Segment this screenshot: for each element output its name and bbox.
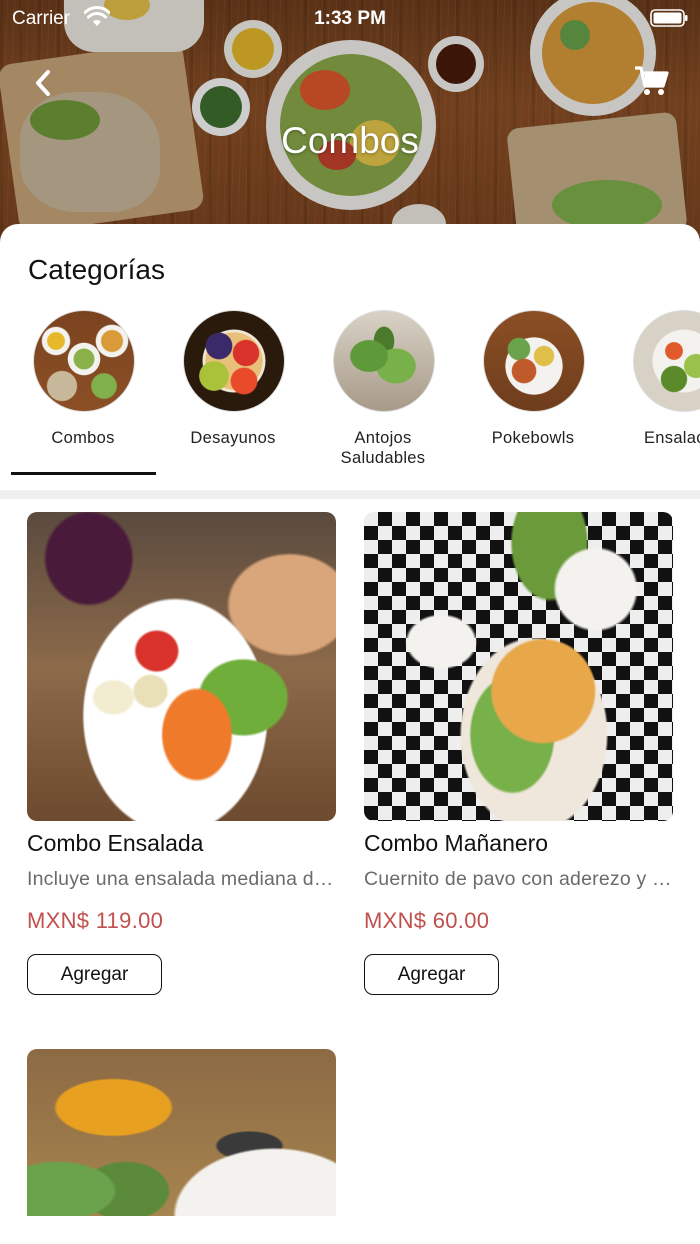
add-to-cart-button[interactable]: Agregar xyxy=(27,954,162,995)
product-image xyxy=(27,512,336,821)
categories-title: Categorías xyxy=(28,254,165,285)
status-time: 1:33 PM xyxy=(314,8,386,29)
cart-button[interactable] xyxy=(634,64,670,98)
category-label: Desayunos xyxy=(190,429,276,447)
category-label: Antojos Saludables xyxy=(340,429,426,467)
category-image xyxy=(183,310,285,412)
battery-icon xyxy=(650,9,688,27)
product-card[interactable]: Combo Mañanero Cuernito de pavo con ader… xyxy=(364,512,673,997)
category-pokebowls[interactable]: Pokebowls xyxy=(458,310,608,480)
product-description: Incluye una ensalada mediana de la casa … xyxy=(27,868,336,890)
content-sheet: Categorías Combos Desayunos Antojos Salu… xyxy=(0,224,700,1244)
categories-carousel[interactable]: Combos Desayunos Antojos Saludables Poke… xyxy=(0,310,700,480)
add-to-cart-button[interactable]: Agregar xyxy=(364,954,499,995)
product-card[interactable]: Combo Ensalada Incluye una ensalada medi… xyxy=(27,512,336,997)
shopping-cart-icon xyxy=(635,66,669,95)
product-image xyxy=(364,512,673,821)
product-price: MXN$ 119.00 xyxy=(27,908,164,933)
product-price: MXN$ 60.00 xyxy=(364,908,490,933)
category-label: Pokebowls xyxy=(491,429,575,447)
category-desayunos[interactable]: Desayunos xyxy=(158,310,308,480)
category-image xyxy=(33,310,135,412)
category-label: Ensalac xyxy=(644,429,700,447)
header-hero-image: Carrier 1:33 PM Combos xyxy=(0,0,700,260)
category-image xyxy=(633,310,700,412)
chevron-left-icon xyxy=(36,70,50,96)
selected-category-indicator xyxy=(11,472,156,475)
category-ensaladas[interactable]: Ensalac xyxy=(608,310,700,480)
category-antojos-saludables[interactable]: Antojos Saludables xyxy=(308,310,458,480)
back-button[interactable] xyxy=(28,66,62,100)
category-image xyxy=(333,310,435,412)
category-image xyxy=(483,310,585,412)
product-name: Combo Mañanero xyxy=(364,830,549,856)
status-bar: Carrier 1:33 PM xyxy=(0,0,700,40)
product-name: Combo Ensalada xyxy=(27,830,204,856)
product-description: Cuernito de pavo con aderezo y café amer… xyxy=(364,868,673,890)
category-combos[interactable]: Combos xyxy=(8,310,158,480)
category-label: Combos xyxy=(51,429,115,447)
page-title: Combos xyxy=(281,120,419,161)
product-image[interactable] xyxy=(27,1049,336,1216)
section-divider xyxy=(0,490,700,499)
